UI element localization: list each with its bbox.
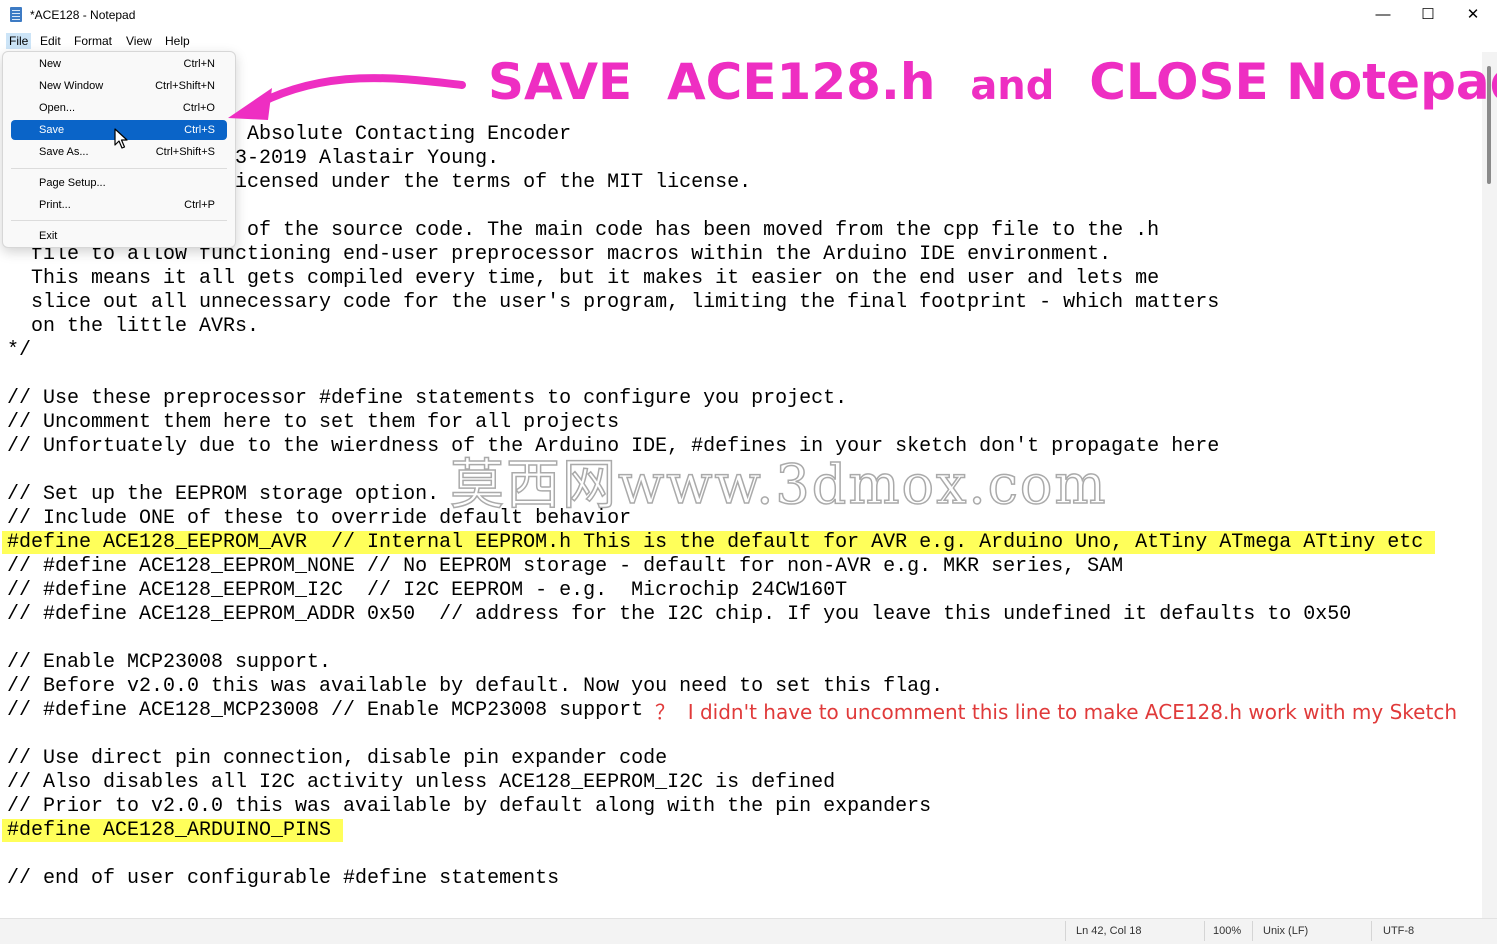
- menu-item-new-window[interactable]: New Window Ctrl+Shift+N: [11, 76, 227, 96]
- code-line-text: #define ACE128_ARDUINO_PINS: [2, 819, 344, 842]
- menu-item-label: Print...: [39, 199, 71, 211]
- annotation-title-part2: and: [970, 63, 1055, 109]
- annotation-arrow-icon: [228, 74, 466, 120]
- watermark-text: 莫西网www.3dmox.com: [449, 452, 1108, 517]
- code-line-text: // Also disables all I2C activity unless…: [7, 771, 836, 794]
- code-line-text: // Before v2.0.0 this was available by d…: [7, 675, 944, 698]
- code-line-text: on the little AVRs.: [7, 315, 260, 338]
- annotation-title: SAVE ACE128.h and CLOSE Notepad: [488, 50, 1497, 126]
- minimize-button[interactable]: —: [1360, 0, 1406, 30]
- code-line-text: // Uncomment them here to set them for a…: [7, 411, 620, 434]
- menu-item-label: Exit: [39, 230, 58, 242]
- code-line: This means it all gets compiled every ti…: [7, 267, 1159, 291]
- menu-file[interactable]: File: [6, 33, 32, 49]
- code-line-text: // #define ACE128_EEPROM_ADDR 0x50 // ad…: [7, 603, 1352, 626]
- status-divider: [1204, 921, 1205, 941]
- code-line-text: This means it all gets compiled every ti…: [7, 267, 1160, 290]
- code-line: #define ACE128_EEPROM_AVR // Internal EE…: [2, 531, 1436, 555]
- code-line-text: // #define ACE128_EEPROM_NONE // No EEPR…: [7, 555, 1124, 578]
- status-divider: [1371, 921, 1372, 941]
- status-line-ending: Unix (LF): [1263, 925, 1309, 937]
- vertical-scrollbar[interactable]: [1482, 52, 1497, 918]
- menu-item-shortcut: Ctrl+S: [184, 124, 215, 136]
- title-bar: *ACE128 - Notepad — ☐ ✕: [0, 0, 1497, 30]
- menu-item-page-setup[interactable]: Page Setup...: [11, 173, 227, 193]
- code-line: #define ACE128_ARDUINO_PINS: [2, 819, 344, 843]
- code-line-text: // end of user configurable #define stat…: [7, 867, 560, 890]
- window-title: *ACE128 - Notepad: [30, 8, 136, 22]
- menu-item-open[interactable]: Open... Ctrl+O: [11, 98, 227, 118]
- code-line-text: slice out all unnecessary code for the u…: [7, 291, 1220, 314]
- code-line-text: */: [7, 339, 32, 362]
- code-line: on the little AVRs.: [7, 315, 259, 339]
- code-line-text: // Use these preprocessor #define statem…: [7, 387, 848, 410]
- code-line: // #define ACE128_EEPROM_I2C // I2C EEPR…: [7, 579, 847, 603]
- status-bar: Ln 42, Col 18 100% Unix (LF) UTF-8: [0, 918, 1497, 944]
- menu-item-shortcut: Ctrl+Shift+N: [155, 80, 215, 92]
- close-button[interactable]: ✕: [1450, 0, 1496, 30]
- code-line-text: #define ACE128_EEPROM_AVR // Internal EE…: [2, 531, 1436, 554]
- menu-item-label: Save As...: [39, 146, 89, 158]
- menu-item-label: Save: [39, 124, 65, 136]
- menu-item-shortcut: Ctrl+O: [182, 102, 215, 114]
- code-line: // Set up the EEPROM storage option.: [7, 483, 439, 507]
- code-line: // Enable MCP23008 support.: [7, 651, 331, 675]
- menu-view[interactable]: View: [126, 33, 152, 49]
- menu-separator: [11, 220, 227, 221]
- code-line: // #define ACE128_MCP23008 // Enable MCP…: [7, 699, 643, 723]
- code-line: // Prior to v2.0.0 this was available by…: [7, 795, 931, 819]
- code-line-text: // Set up the EEPROM storage option.: [7, 483, 440, 506]
- menu-separator: [11, 168, 227, 169]
- menu-item-label: New: [39, 58, 62, 70]
- menu-item-label: Open...: [39, 102, 76, 114]
- code-line: // #define ACE128_EEPROM_ADDR 0x50 // ad…: [7, 603, 1351, 627]
- status-position: Ln 42, Col 18: [1076, 925, 1142, 937]
- code-line: // Before v2.0.0 this was available by d…: [7, 675, 943, 699]
- maximize-button[interactable]: ☐: [1405, 0, 1451, 30]
- code-line-text: // Use direct pin connection, disable pi…: [7, 747, 668, 770]
- menu-bar: File Edit Format View Help: [0, 30, 1497, 52]
- code-line-text: // Enable MCP23008 support.: [7, 651, 332, 674]
- status-divider: [1065, 921, 1066, 941]
- mouse-cursor-icon: [114, 128, 128, 149]
- code-line: // Use direct pin connection, disable pi…: [7, 747, 667, 771]
- menu-item-exit[interactable]: Exit: [11, 226, 227, 246]
- code-line: slice out all unnecessary code for the u…: [7, 291, 1219, 315]
- status-divider: [1252, 921, 1253, 941]
- code-line: // Uncomment them here to set them for a…: [7, 411, 619, 435]
- annotation-note: ？ I didn't have to uncomment this line t…: [655, 700, 1457, 724]
- status-zoom: 100%: [1213, 925, 1242, 937]
- annotation-title-part3: CLOSE Notepad: [1054, 53, 1497, 111]
- menu-format[interactable]: Format: [74, 33, 112, 49]
- status-encoding: UTF-8: [1383, 925, 1415, 937]
- notepad-icon: [10, 7, 22, 22]
- code-line: */: [7, 339, 31, 363]
- menu-item-new[interactable]: New Ctrl+N: [11, 54, 227, 74]
- menu-item-print[interactable]: Print... Ctrl+P: [11, 195, 227, 215]
- menu-item-shortcut: Ctrl+Shift+S: [155, 146, 215, 158]
- code-line: // end of user configurable #define stat…: [7, 867, 559, 891]
- code-line: // Use these preprocessor #define statem…: [7, 387, 847, 411]
- code-line-text: // #define ACE128_MCP23008 // Enable MCP…: [7, 699, 644, 722]
- menu-item-shortcut: Ctrl+P: [184, 199, 215, 211]
- menu-help[interactable]: Help: [165, 33, 190, 49]
- menu-item-shortcut: Ctrl+N: [183, 58, 215, 70]
- menu-item-label: New Window: [39, 80, 104, 92]
- code-line: // #define ACE128_EEPROM_NONE // No EEPR…: [7, 555, 1123, 579]
- menu-edit[interactable]: Edit: [40, 33, 61, 49]
- annotation-title-part1: SAVE ACE128.h: [488, 53, 971, 111]
- menu-item-label: Page Setup...: [39, 177, 106, 189]
- code-line-text: // #define ACE128_EEPROM_I2C // I2C EEPR…: [7, 579, 848, 602]
- code-line: // Also disables all I2C activity unless…: [7, 771, 835, 795]
- code-line-text: // Prior to v2.0.0 this was available by…: [7, 795, 932, 818]
